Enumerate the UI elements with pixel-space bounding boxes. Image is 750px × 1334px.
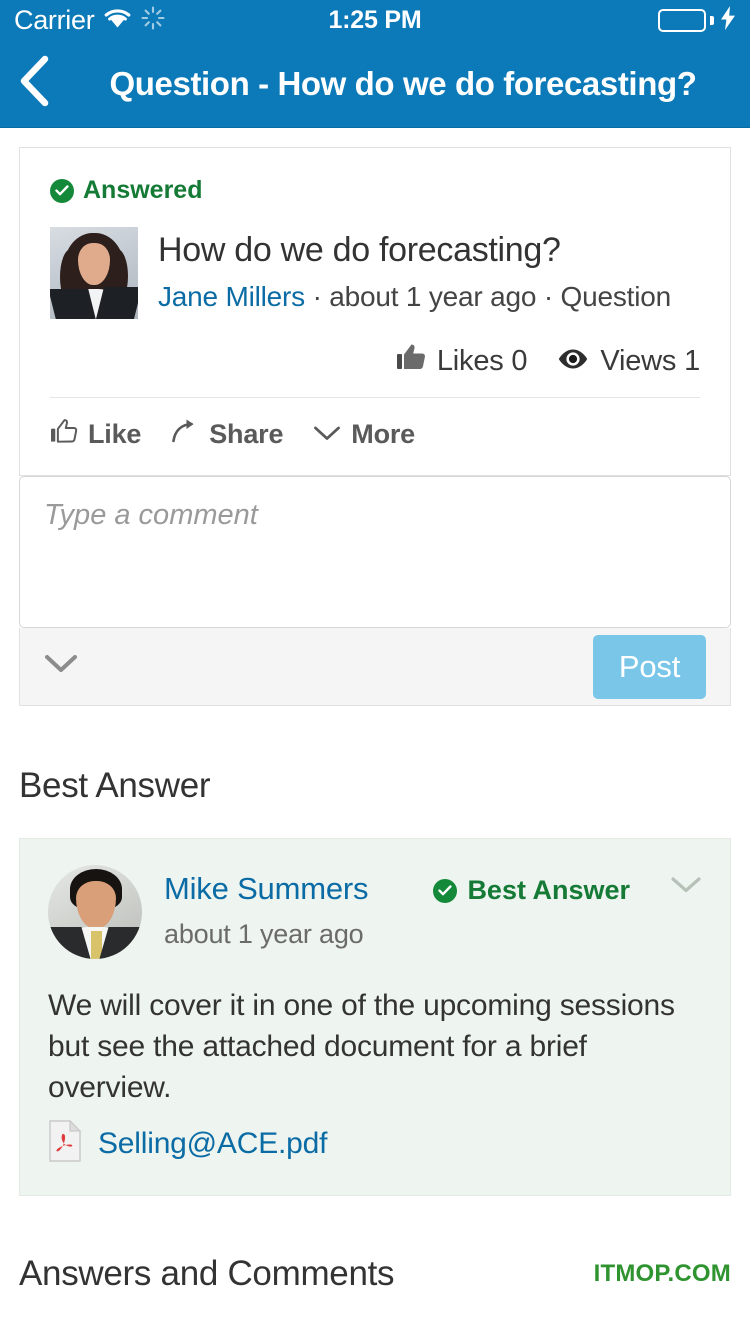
best-answer-author-link[interactable]: Mike Summers — [164, 871, 411, 907]
views-label: Views 1 — [600, 344, 700, 377]
meta-sep-1: · — [304, 280, 330, 312]
meta-sep-2: · — [536, 280, 561, 312]
battery-full-icon — [658, 8, 706, 32]
status-badge-label: Answered — [83, 176, 203, 204]
likes-label: Likes 0 — [436, 344, 528, 377]
comment-input[interactable] — [19, 476, 731, 628]
best-answer-collapse-button[interactable] — [670, 865, 702, 900]
best-answer-body: We will cover it in one of the upcoming … — [48, 989, 675, 1105]
status-badge: Answered — [50, 176, 700, 205]
watermark: ITMOP.COM — [593, 1260, 731, 1288]
chevron-down-icon — [313, 419, 341, 450]
thumbs-up-outline-icon — [50, 418, 78, 451]
like-button-label: Like — [88, 419, 142, 449]
check-circle-icon — [50, 178, 74, 203]
best-answer-heading: Best Answer — [19, 766, 211, 805]
eye-icon — [557, 345, 589, 378]
attachment-name: Selling@ACE.pdf — [98, 1126, 328, 1160]
question-text-block: How do we do forecasting? Jane Millers ·… — [158, 227, 700, 319]
avatar[interactable] — [50, 227, 138, 319]
answers-and-comments-row: Answers and Comments ITMOP.COM — [0, 1254, 750, 1294]
status-bar-right — [658, 5, 736, 35]
answers-and-comments-heading: Answers and Comments — [19, 1254, 395, 1294]
avatar[interactable] — [48, 865, 142, 959]
question-meta: Jane Millers · about 1 year ago · Questi… — [158, 278, 700, 317]
question-actions: Like Share More — [20, 398, 730, 475]
comment-composer: Post — [19, 476, 731, 706]
question-time: about 1 year ago — [329, 280, 537, 312]
status-bar-time: 1:25 PM — [328, 5, 422, 34]
chevron-left-icon — [16, 55, 50, 112]
scroll-content[interactable]: Answered How do we do forecasting? Jane … — [0, 128, 750, 1334]
composer-toolbar: Post — [19, 628, 731, 706]
views-stat: Views 1 — [557, 345, 700, 378]
question-card-body: Answered How do we do forecasting? Jane … — [20, 148, 730, 319]
post-button[interactable]: Post — [593, 634, 706, 699]
status-bar: Carrier 1:25 PM — [0, 0, 750, 40]
page-title: Question - How do we do forecasting? — [109, 64, 697, 102]
question-type: Question — [560, 280, 672, 312]
nav-bar: Question - How do we do forecasting? — [0, 40, 750, 128]
pdf-file-icon — [48, 1119, 82, 1167]
best-answer-card: Mike Summers about 1 year ago Best Answe… — [19, 838, 731, 1197]
share-arrow-icon — [171, 418, 199, 451]
composer-expand-button[interactable] — [44, 653, 78, 680]
question-stats: Likes 0 Views 1 — [20, 319, 730, 397]
best-answer-author-block: Mike Summers about 1 year ago — [164, 865, 411, 950]
attachment-link[interactable]: Selling@ACE.pdf — [48, 1119, 702, 1167]
question-card: Answered How do we do forecasting? Jane … — [19, 147, 731, 476]
best-answer-badge: Best Answer — [433, 865, 630, 906]
like-button[interactable]: Like — [50, 418, 141, 451]
lightning-bolt-icon — [720, 5, 736, 35]
more-button-label: More — [351, 419, 415, 449]
question-title: How do we do forecasting? — [158, 231, 561, 269]
back-button[interactable] — [16, 55, 68, 112]
best-answer-time: about 1 year ago — [164, 919, 364, 949]
more-button[interactable]: More — [313, 419, 415, 450]
likes-stat: Likes 0 — [396, 343, 528, 379]
check-circle-icon — [433, 878, 458, 903]
question-body: How do we do forecasting? Jane Millers ·… — [50, 227, 700, 319]
battery-nub — [710, 15, 714, 25]
best-answer-badge-label: Best Answer — [467, 875, 630, 905]
best-answer-header: Mike Summers about 1 year ago Best Answe… — [48, 865, 702, 959]
share-button[interactable]: Share — [171, 418, 283, 451]
share-button-label: Share — [209, 419, 284, 449]
thumbs-up-filled-icon — [396, 343, 426, 379]
question-author-link[interactable]: Jane Millers — [158, 281, 305, 312]
